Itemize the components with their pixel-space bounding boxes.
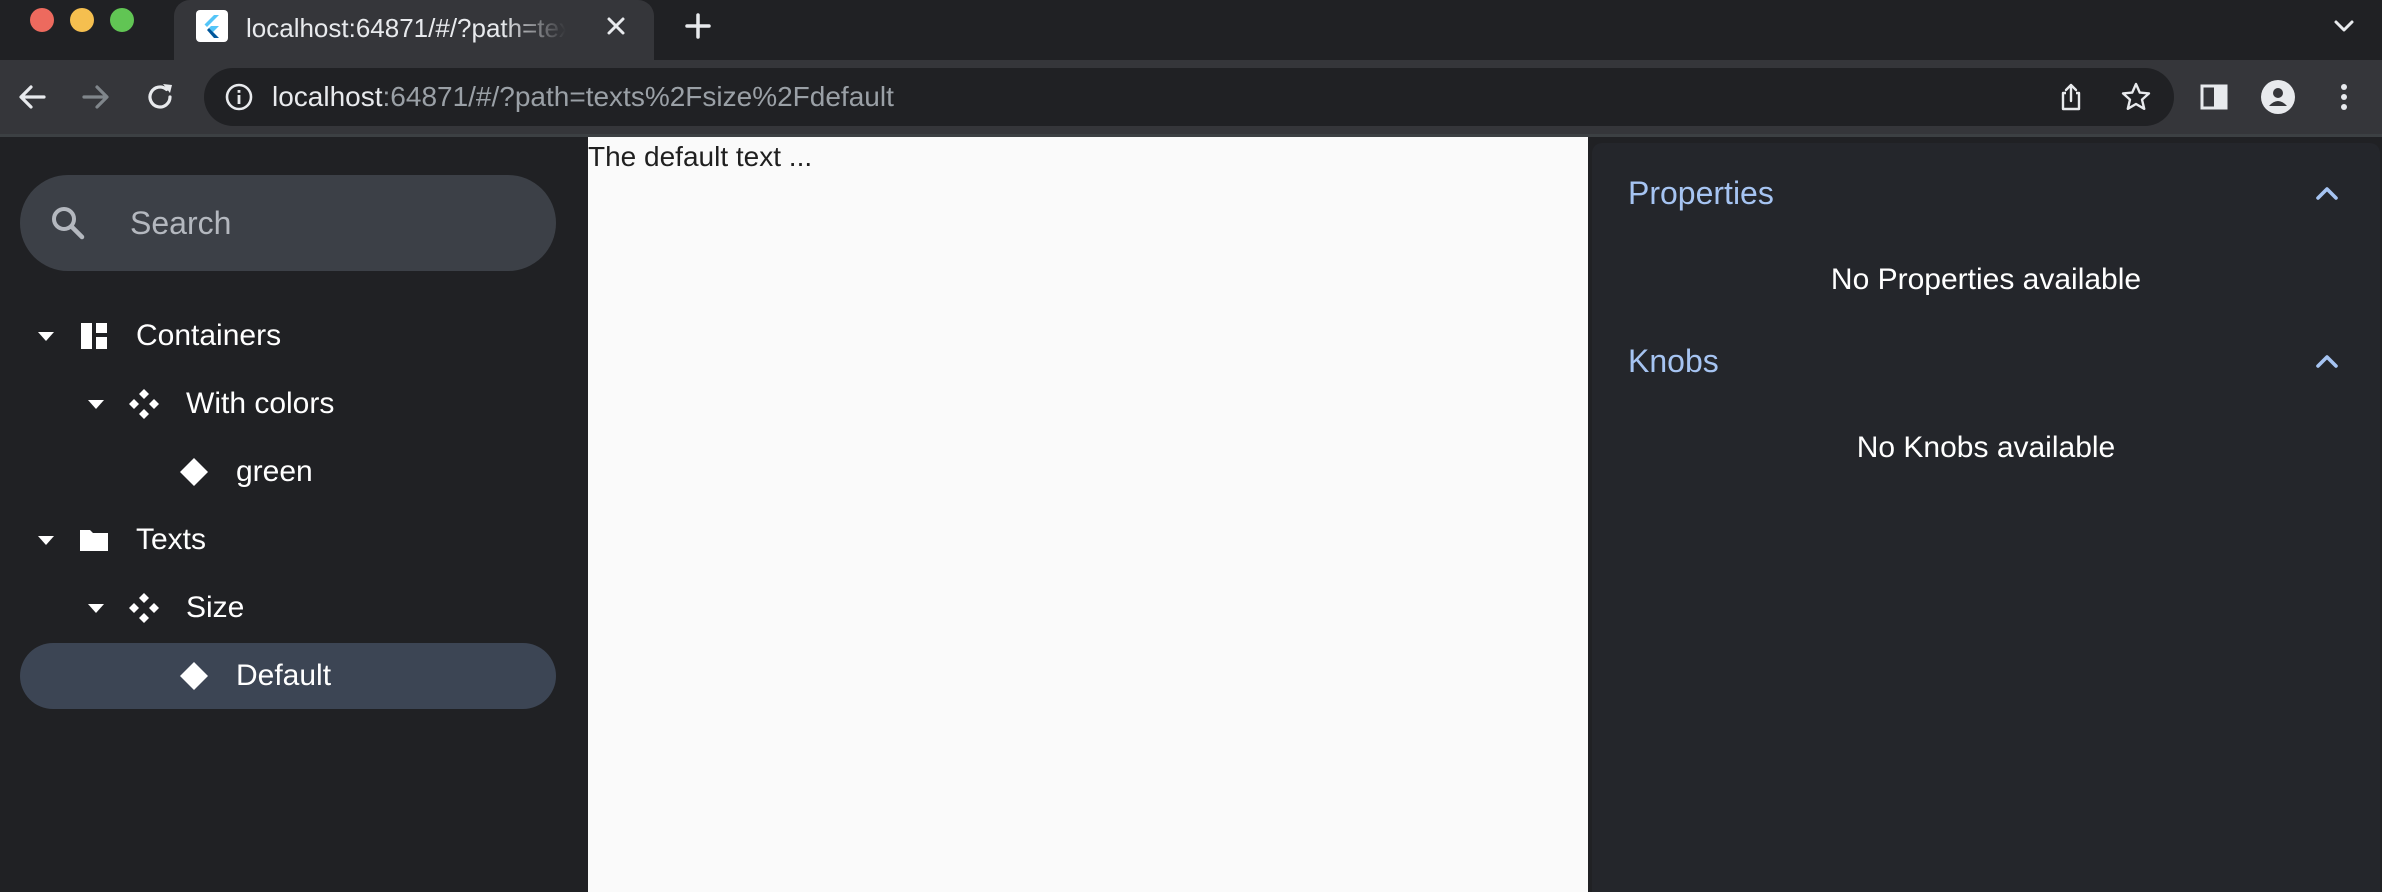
url-text: localhost:64871/#/?path=texts%2Fsize%2Fd… (272, 78, 894, 116)
tree-item-size[interactable]: Size (20, 575, 556, 641)
caret-down-icon[interactable] (34, 324, 58, 348)
caret-down-icon[interactable] (34, 528, 58, 552)
story-canvas: The default text ... (588, 137, 1588, 892)
search-icon (48, 203, 88, 243)
side-panel-icon[interactable] (2196, 79, 2232, 115)
minimize-window-button[interactable] (70, 8, 94, 32)
browser-window: localhost:64871/#/?path=texts%2Fsize%2Fd… (0, 0, 2382, 892)
caret-down-icon[interactable] (84, 392, 108, 416)
caret-down-icon[interactable] (84, 596, 108, 620)
tree-item-texts[interactable]: Texts (20, 507, 556, 573)
chevron-down-icon[interactable] (2328, 12, 2360, 40)
reload-icon[interactable] (142, 79, 178, 115)
component-icon (128, 388, 160, 420)
knobs-title[interactable]: Knobs (1628, 341, 1719, 381)
flutter-icon (196, 10, 228, 42)
info-icon[interactable] (224, 82, 254, 112)
kebab-menu-icon[interactable] (2326, 79, 2362, 115)
tree-item-green[interactable]: green (20, 439, 556, 505)
tree-item-containers[interactable]: Containers (20, 303, 556, 369)
knobs-empty-text: No Knobs available (1856, 431, 2116, 464)
sidebar: Containers With colors green (0, 137, 586, 892)
close-tab-icon[interactable] (602, 12, 630, 40)
component-icon (128, 592, 160, 624)
search-input[interactable] (130, 197, 530, 249)
properties-title[interactable]: Properties (1628, 173, 1774, 213)
tree-item-with-colors[interactable]: With colors (20, 371, 556, 437)
arrow-right-icon[interactable] (78, 79, 114, 115)
search-box[interactable] (20, 175, 556, 271)
diamond-icon (178, 660, 210, 692)
arrow-left-icon[interactable] (14, 79, 50, 115)
tree-item-label: Containers (136, 319, 282, 352)
addons-panel: Properties No Properties available Knobs… (1592, 137, 2382, 892)
diamond-icon (178, 456, 210, 488)
url-host: localhost (272, 81, 383, 112)
share-icon[interactable] (2056, 82, 2086, 112)
new-tab-icon[interactable] (682, 10, 714, 42)
url-path: :64871/#/?path=texts%2Fsize%2Fdefault (382, 81, 894, 112)
chevron-up-icon[interactable] (2310, 345, 2344, 379)
properties-empty-text: No Properties available (1830, 263, 2142, 296)
tab-strip: localhost:64871/#/?path=texts%2Fsize%2Fd… (0, 0, 2382, 60)
browser-tab[interactable]: localhost:64871/#/?path=texts%2Fsize%2Fd… (174, 0, 654, 60)
person-icon[interactable] (2260, 79, 2296, 115)
canvas-text: The default text ... (588, 141, 813, 172)
close-window-button[interactable] (30, 8, 54, 32)
address-bar[interactable]: localhost:64871/#/?path=texts%2Fsize%2Fd… (204, 68, 2174, 126)
tab-title: localhost:64871/#/?path=texts%2Fsize%2Fd… (246, 13, 566, 43)
tree-item-label: green (236, 455, 313, 488)
tree-item-label: Size (186, 591, 245, 624)
tree-item-label: With colors (186, 387, 335, 420)
star-icon[interactable] (2120, 81, 2152, 113)
maximize-window-button[interactable] (110, 8, 134, 32)
chevron-up-icon[interactable] (2310, 177, 2344, 211)
tree-item-default[interactable]: Default (20, 643, 556, 709)
tree-item-label: Default (236, 659, 332, 692)
browser-toolbar: localhost:64871/#/?path=texts%2Fsize%2Fd… (0, 60, 2382, 134)
tree-item-label: Texts (136, 523, 207, 556)
folder-icon (78, 524, 110, 556)
addons-panel-card: Properties No Properties available Knobs… (1592, 143, 2380, 892)
dashboard-icon (78, 320, 110, 352)
